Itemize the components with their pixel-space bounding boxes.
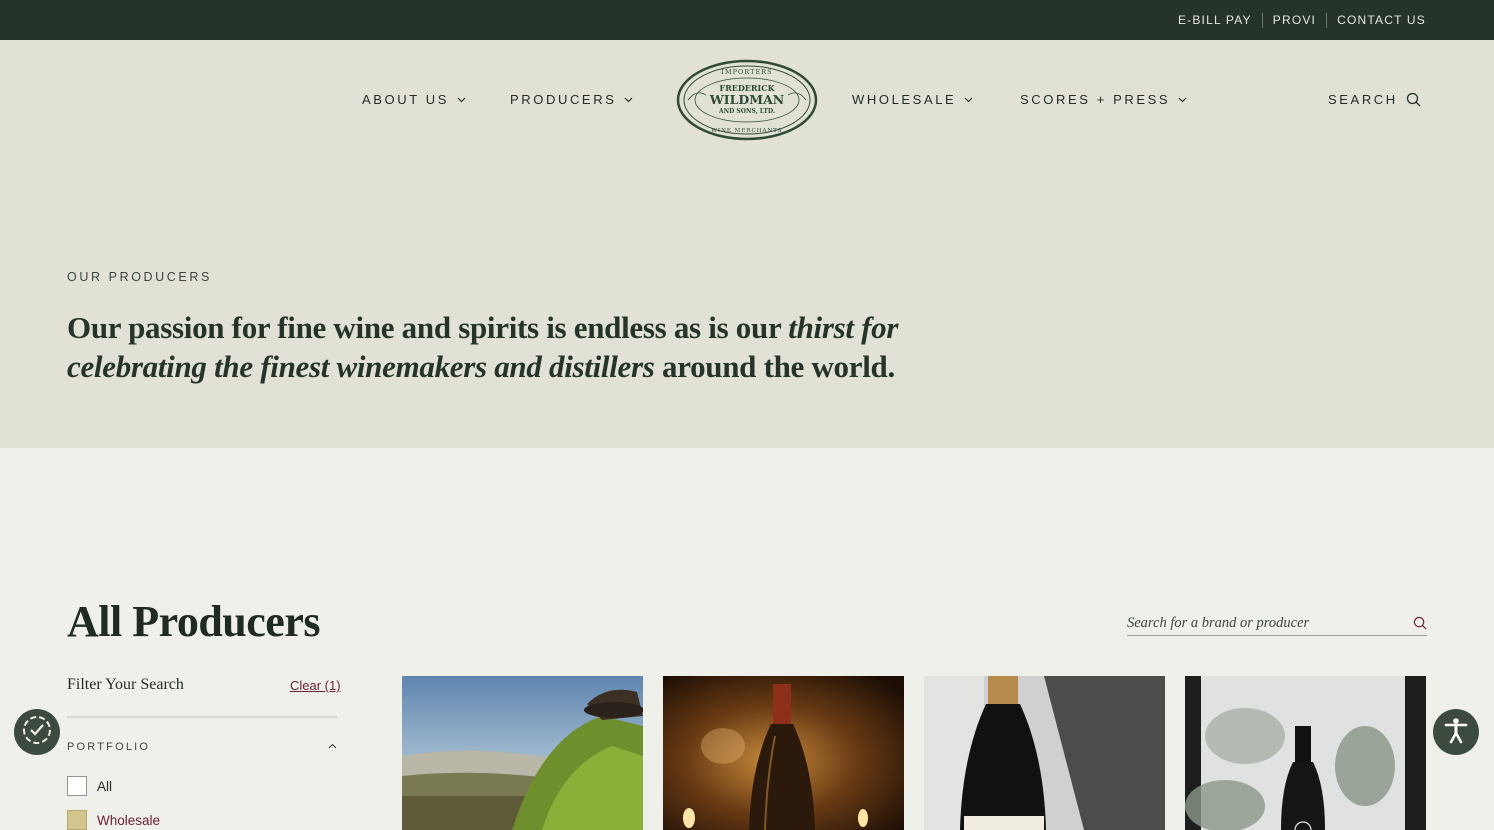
producer-card[interactable] <box>663 676 904 830</box>
search-icon[interactable] <box>1413 616 1427 630</box>
svg-text:IMPORTERS: IMPORTERS <box>721 68 772 76</box>
provi-link[interactable]: PROVI <box>1263 13 1326 27</box>
accessibility-button[interactable] <box>1433 709 1479 755</box>
filter-option-wholesale-label: Wholesale <box>97 812 161 828</box>
utility-links: E-BILL PAY PROVI CONTACT US <box>1168 0 1426 40</box>
hero: ABOUT US PRODUCERS IMPORTERS FREDERICK W… <box>0 40 1494 448</box>
hero-headline-part1: Our passion for fine wine and spirits is… <box>67 310 789 345</box>
brand-search-input[interactable] <box>1127 612 1403 634</box>
search-icon <box>1406 92 1421 107</box>
bottle-dark-image <box>924 676 1165 830</box>
chevron-down-icon <box>457 97 466 103</box>
filter-option-wholesale[interactable]: Wholesale <box>67 810 160 830</box>
nav-scores-press[interactable]: SCORES + PRESS <box>1020 92 1187 107</box>
portfolio-group-label[interactable]: PORTFOLIO <box>67 741 150 753</box>
chevron-down-icon <box>624 97 633 103</box>
hero-headline-part2: around the world. <box>654 349 895 384</box>
producers-title: All Producers <box>67 597 321 646</box>
filter-title: Filter Your Search <box>67 676 184 693</box>
bottle-window-image <box>1185 676 1426 830</box>
nav-producers[interactable]: PRODUCERS <box>510 92 633 107</box>
producer-card[interactable] <box>402 676 643 830</box>
brand-search <box>1127 612 1427 636</box>
contact-us-link[interactable]: CONTACT US <box>1327 13 1426 27</box>
vineyard-image <box>402 676 643 830</box>
chevron-up-icon[interactable] <box>328 743 337 749</box>
chevron-down-icon <box>1178 97 1187 103</box>
filter-option-all-label: All <box>97 778 113 794</box>
filter-option-all[interactable]: All <box>67 776 112 796</box>
consent-preferences-button[interactable] <box>14 709 60 755</box>
nav-about-us-label: ABOUT US <box>362 92 450 107</box>
nav-wholesale-label: WHOLESALE <box>852 92 957 107</box>
wildman-logo[interactable]: IMPORTERS FREDERICK WILDMAN AND SONS, LT… <box>676 59 818 141</box>
svg-text:AND SONS, LTD.: AND SONS, LTD. <box>718 108 775 115</box>
nav-search-label: SEARCH <box>1328 92 1398 107</box>
producer-card[interactable] <box>924 676 1165 830</box>
nav-producers-label: PRODUCERS <box>510 92 617 107</box>
ebill-pay-link[interactable]: E-BILL PAY <box>1168 13 1262 27</box>
producer-grid <box>402 676 1427 830</box>
main-nav: ABOUT US PRODUCERS IMPORTERS FREDERICK W… <box>0 40 1494 160</box>
utility-bar: E-BILL PAY PROVI CONTACT US <box>0 0 1494 40</box>
svg-text:WINE MERCHANTS: WINE MERCHANTS <box>711 128 782 134</box>
chevron-down-icon <box>964 97 973 103</box>
nav-scores-press-label: SCORES + PRESS <box>1020 92 1171 107</box>
filter-divider <box>67 716 337 718</box>
producer-card[interactable] <box>1185 676 1426 830</box>
hero-eyebrow: OUR PRODUCERS <box>67 270 212 284</box>
checkbox-wholesale[interactable] <box>67 810 87 830</box>
svg-text:WILDMAN: WILDMAN <box>709 92 784 107</box>
hero-headline: Our passion for fine wine and spirits is… <box>67 308 1007 386</box>
accessibility-consent-icon <box>21 714 53 751</box>
nav-about-us[interactable]: ABOUT US <box>362 92 466 107</box>
clear-filters-link[interactable]: Clear (1) <box>290 678 341 693</box>
bottle-candle-image <box>663 676 904 830</box>
checkbox-all[interactable] <box>67 776 87 796</box>
nav-search[interactable]: SEARCH <box>1328 92 1421 107</box>
accessibility-person-icon <box>1442 716 1470 749</box>
nav-wholesale[interactable]: WHOLESALE <box>852 92 973 107</box>
